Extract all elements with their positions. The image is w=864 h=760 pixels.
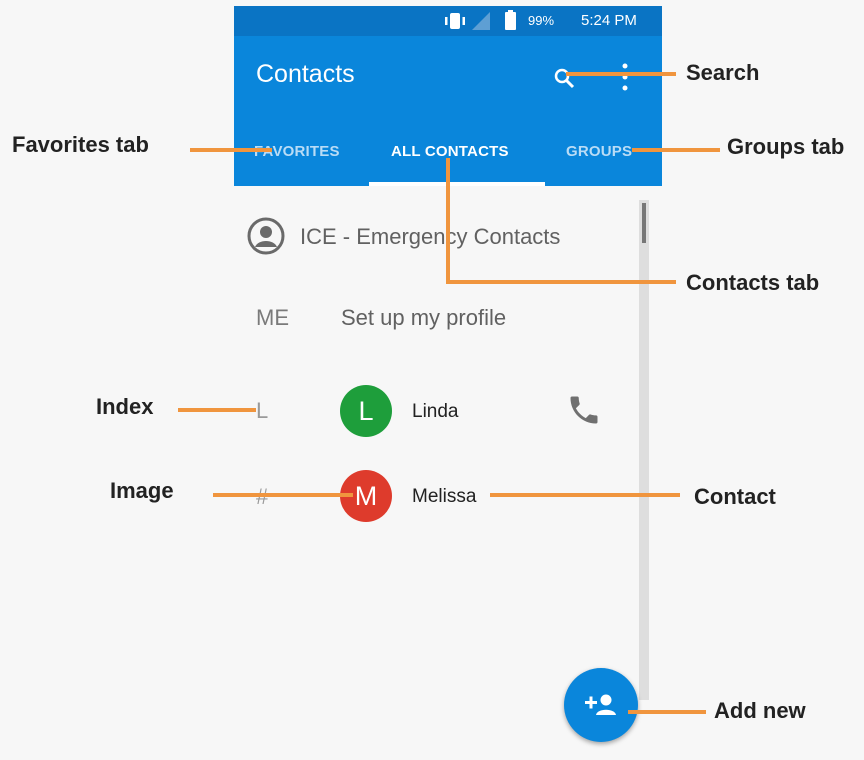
callout-groups: Groups tab: [727, 134, 845, 159]
status-bar: 99% 5:24 PM: [234, 6, 662, 36]
callout-add-new: Add new: [714, 698, 806, 723]
callout-index: Index: [96, 394, 154, 419]
phone-icon[interactable]: [566, 392, 602, 428]
add-contact-button[interactable]: [564, 668, 638, 742]
tab-groups[interactable]: GROUPS: [566, 143, 632, 160]
battery-percent: 99%: [528, 13, 555, 28]
tab-indicator: [369, 182, 545, 186]
callout-contact: Contact: [694, 484, 776, 509]
callout-line-contacts-horizontal: [446, 280, 676, 284]
callout-image: Image: [110, 478, 174, 503]
person-add-icon: [585, 694, 616, 715]
scrollbar-track[interactable]: [639, 200, 649, 700]
callout-search: Search: [686, 60, 760, 85]
contact-name: Melissa: [412, 486, 477, 507]
vibrate-icon: [445, 13, 465, 29]
callout-line-search: [566, 72, 676, 76]
setup-profile-label: Set up my profile: [341, 305, 507, 330]
callout-line-groups: [632, 148, 720, 152]
callout-line-contacts-vertical: [446, 158, 450, 282]
avatar: L: [340, 385, 392, 437]
battery-icon: [505, 10, 516, 30]
search-icon[interactable]: [553, 67, 575, 89]
page-title: Contacts: [256, 60, 355, 88]
me-label: ME: [256, 305, 289, 330]
scrollbar-thumb[interactable]: [642, 203, 646, 243]
callout-line-index: [178, 408, 256, 412]
callout-line-contact: [490, 493, 680, 497]
callout-line-image: [213, 493, 353, 497]
ice-label: ICE - Emergency Contacts: [300, 224, 561, 249]
account-circle-icon: [247, 217, 285, 255]
signal-icon: [472, 12, 490, 30]
callout-line-favorites: [190, 148, 272, 152]
callout-line-add-new: [628, 710, 706, 714]
callout-favorites: Favorites tab: [12, 132, 149, 157]
index-symbol: #: [256, 484, 268, 510]
contact-name: Linda: [412, 401, 459, 422]
status-time: 5:24 PM: [581, 12, 637, 29]
contacts-app: 99% 5:24 PM Contacts FAVORITES ALL CONTA…: [234, 0, 662, 760]
index-letter: L: [256, 398, 269, 423]
more-vert-icon[interactable]: [620, 62, 630, 92]
callout-contacts-tab: Contacts tab: [686, 270, 820, 295]
